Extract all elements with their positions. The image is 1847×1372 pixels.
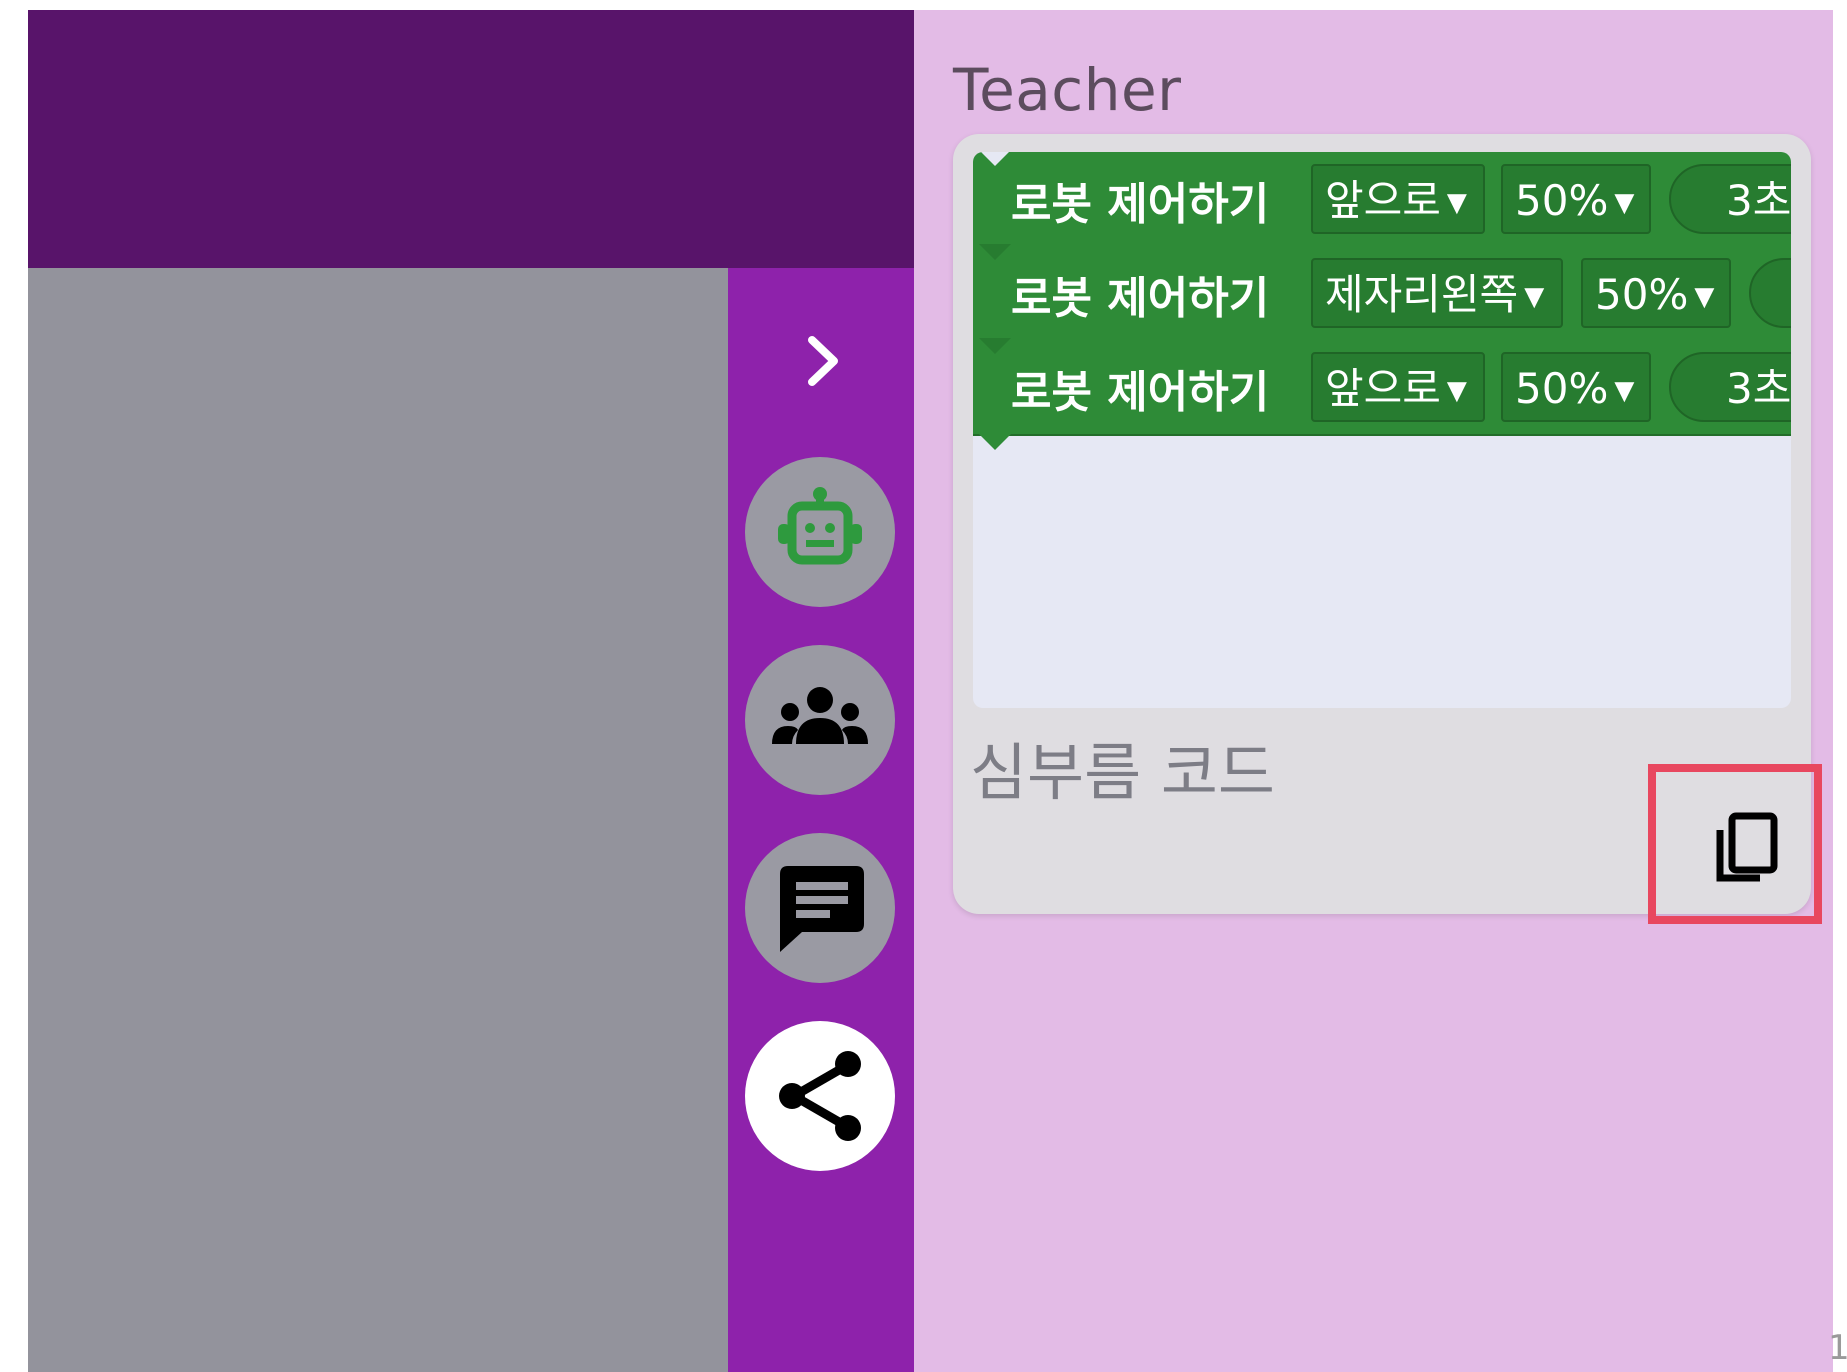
speed-dropdown[interactable]: 50% ▼	[1581, 258, 1731, 328]
block-notch	[979, 338, 1011, 354]
block-label: 로봇 제어하기	[1011, 273, 1270, 324]
direction-value: 제자리왼쪽	[1325, 270, 1519, 319]
caret-down-icon: ▼	[1524, 282, 1545, 312]
block-notch	[979, 152, 1011, 166]
caret-down-icon: ▼	[1446, 188, 1467, 218]
top-bar	[28, 10, 914, 268]
share-button[interactable]	[745, 1021, 895, 1171]
block-robot-control[interactable]: 로봇 제어하기 제자리왼쪽 ▼ 50% ▼	[973, 244, 1791, 342]
panel-title: Teacher	[953, 56, 1182, 124]
speed-dropdown[interactable]: 50% ▼	[1501, 164, 1651, 234]
chevron-right-icon[interactable]	[790, 330, 852, 392]
copy-button[interactable]	[1648, 764, 1822, 924]
speed-value: 50%	[1515, 176, 1609, 225]
robot-icon	[778, 487, 862, 565]
group-icon	[772, 687, 868, 744]
block-notch	[979, 244, 1011, 260]
block-robot-control[interactable]: 로봇 제어하기 앞으로 ▼ 50% ▼ 3초	[973, 338, 1791, 450]
copy-icon	[1716, 812, 1778, 882]
caret-down-icon: ▼	[1614, 188, 1635, 218]
direction-dropdown[interactable]: 앞으로 ▼	[1311, 164, 1485, 234]
duration-value: 3초	[1726, 364, 1791, 413]
block-label: 로봇 제어하기	[1011, 179, 1270, 230]
duration-value: 3초	[1726, 176, 1791, 225]
stage-area	[28, 268, 728, 1372]
direction-value: 앞으로	[1325, 364, 1441, 413]
speed-value: 50%	[1515, 364, 1609, 413]
code-name: 심부름 코드	[970, 736, 1275, 809]
group-button[interactable]	[745, 645, 895, 795]
block-label: 로봇 제어하기	[1011, 367, 1270, 418]
direction-dropdown[interactable]: 앞으로 ▼	[1311, 352, 1485, 422]
code-preview: 로봇 제어하기 앞으로 ▼ 50% ▼ 3초 로봇 제어하기 제자리왼쪽 ▼ 50% ▼…	[973, 152, 1791, 708]
chat-button[interactable]	[745, 833, 895, 983]
caret-down-icon: ▼	[1694, 282, 1715, 312]
robot-button[interactable]	[745, 457, 895, 607]
speed-dropdown[interactable]: 50% ▼	[1501, 352, 1651, 422]
caret-down-icon: ▼	[1446, 376, 1467, 406]
caret-down-icon: ▼	[1614, 376, 1635, 406]
share-icon	[779, 1051, 861, 1141]
page-number: 1	[1828, 1328, 1847, 1368]
duration-input[interactable]: 3초	[1669, 352, 1791, 422]
direction-dropdown[interactable]: 제자리왼쪽 ▼	[1311, 258, 1563, 328]
side-rail	[728, 268, 914, 1372]
block-robot-control[interactable]: 로봇 제어하기 앞으로 ▼ 50% ▼ 3초	[973, 152, 1791, 248]
block-notch	[979, 434, 1011, 450]
duration-input[interactable]: 3초	[1669, 164, 1791, 234]
direction-value: 앞으로	[1325, 176, 1441, 225]
duration-input[interactable]	[1749, 258, 1791, 328]
speed-value: 50%	[1595, 270, 1689, 319]
chat-icon	[780, 866, 864, 952]
